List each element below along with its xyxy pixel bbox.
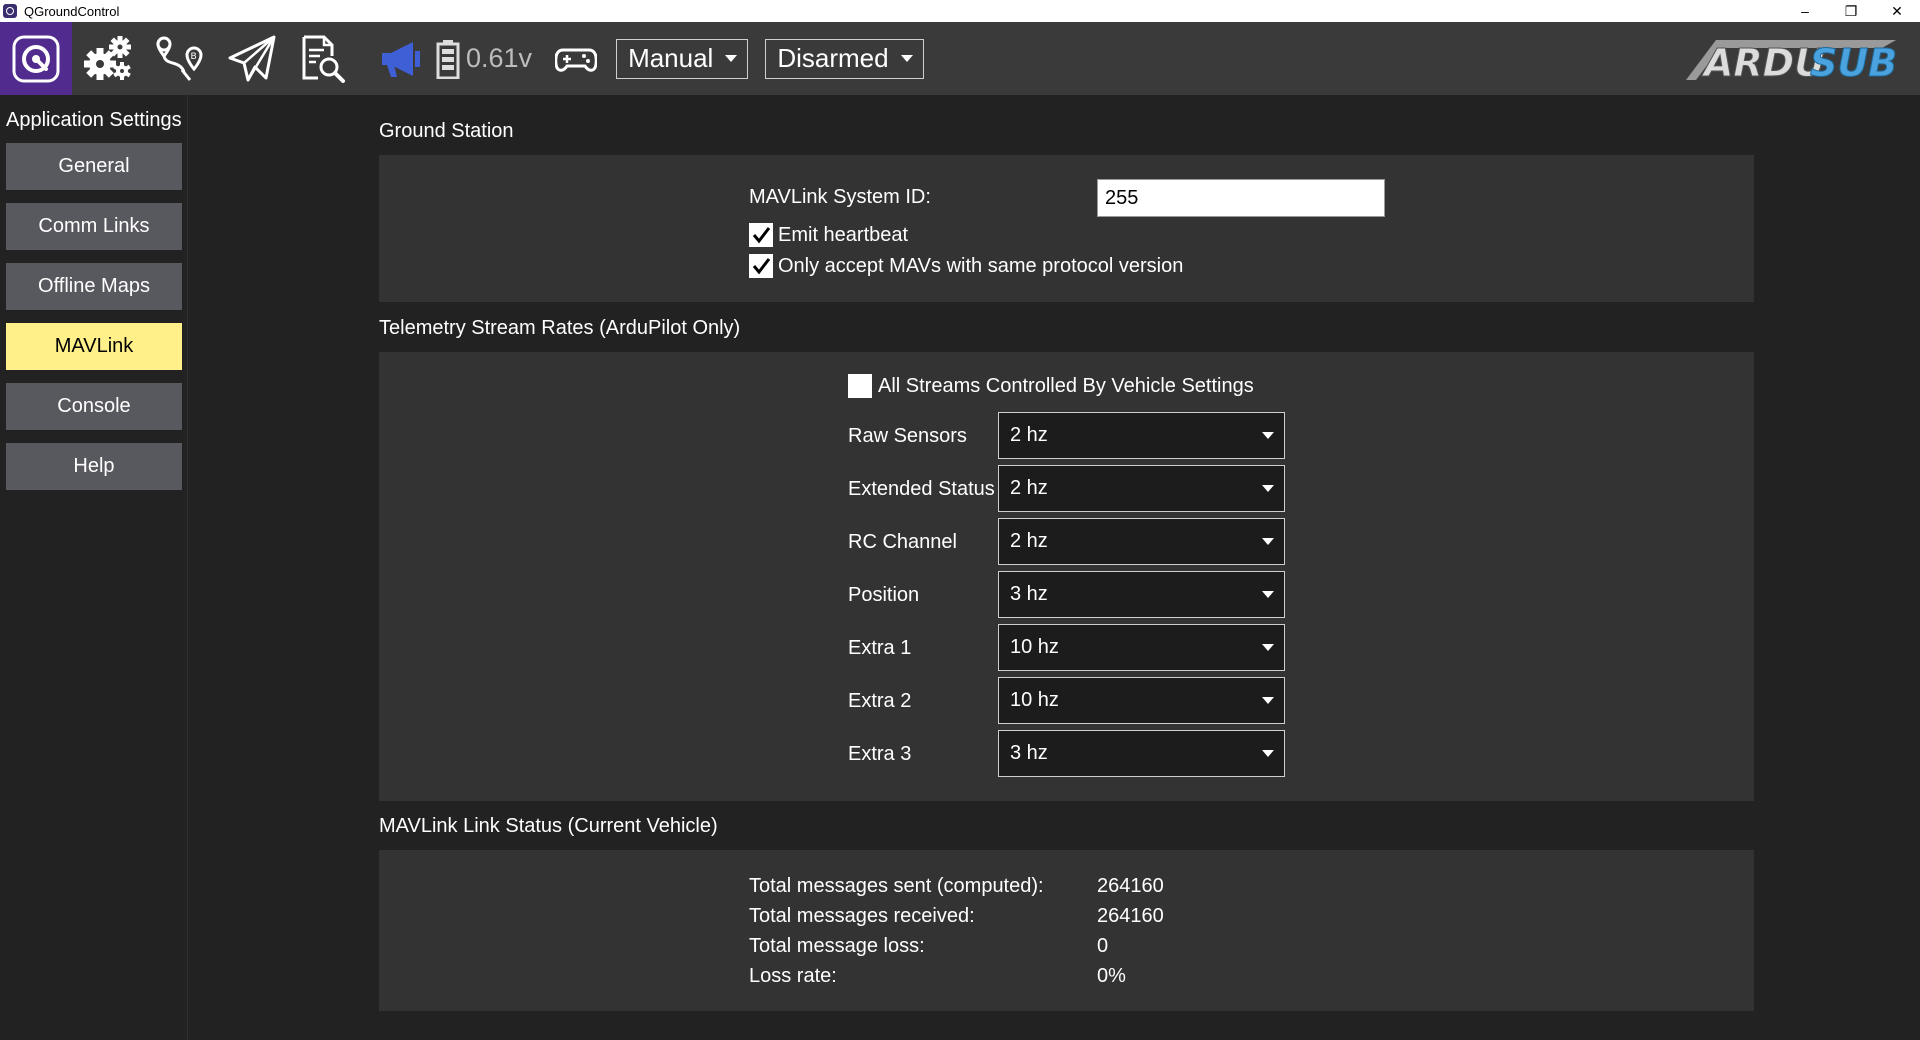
extended-status-label: Extended Status: [848, 478, 995, 500]
ground-station-title: Ground Station: [379, 120, 514, 142]
chevron-down-icon: [1262, 697, 1274, 704]
extra1-label: Extra 1: [848, 637, 912, 659]
raw-sensors-rate-value: 2 hz: [1010, 424, 1048, 446]
messages-received-label: Total messages received:: [749, 905, 975, 927]
chevron-down-icon: [725, 55, 738, 62]
link-status-panel: Total messages sent (computed): 264160 T…: [379, 850, 1754, 1011]
extended-status-rate-select[interactable]: 2 hz: [998, 465, 1285, 512]
window-titlebar: QGroundControl – ❐ ✕: [0, 0, 1920, 22]
telemetry-panel: All Streams Controlled By Vehicle Settin…: [379, 352, 1754, 801]
gear-icon: [84, 35, 131, 80]
raw-sensors-rate-select[interactable]: 2 hz: [998, 412, 1285, 459]
extra1-rate-value: 10 hz: [1010, 636, 1059, 658]
minimize-button[interactable]: –: [1782, 0, 1828, 22]
ground-station-panel: MAVLink System ID: 255 Emit heartbeat On…: [379, 155, 1754, 302]
raw-sensors-label: Raw Sensors: [848, 425, 967, 447]
sidebar-item-help[interactable]: Help: [6, 443, 182, 490]
position-rate-value: 3 hz: [1010, 583, 1048, 605]
sidebar-item-mavlink[interactable]: MAVLink: [6, 323, 182, 370]
rc-channel-rate-value: 2 hz: [1010, 530, 1048, 552]
emit-heartbeat-checkbox[interactable]: [749, 223, 773, 247]
joystick-icon: [555, 48, 598, 72]
extra2-rate-select[interactable]: 10 hz: [998, 677, 1285, 724]
sidebar-item-offline-maps[interactable]: Offline Maps: [6, 263, 182, 310]
rc-channel-rate-select[interactable]: 2 hz: [998, 518, 1285, 565]
qgc-app-icon: [3, 4, 17, 18]
same-protocol-checkbox[interactable]: [749, 254, 773, 278]
extra2-label: Extra 2: [848, 690, 912, 712]
link-status-title: MAVLink Link Status (Current Vehicle): [379, 815, 718, 837]
sidebar-item-comm-links[interactable]: Comm Links: [6, 203, 182, 250]
sidebar-header: Application Settings: [6, 109, 182, 131]
plan-route-icon: B: [156, 36, 203, 81]
position-label: Position: [848, 584, 920, 606]
ardusub-logo: ARDU SUB: [1682, 36, 1902, 89]
message-loss-label: Total message loss:: [749, 935, 925, 957]
qgc-logo-button[interactable]: [0, 22, 72, 95]
fly-button[interactable]: [216, 22, 288, 95]
system-id-label: MAVLink System ID:: [749, 186, 931, 208]
chevron-down-icon: [1262, 485, 1274, 492]
rc-channel-label: RC Channel: [848, 531, 957, 553]
chevron-down-icon: [1262, 591, 1274, 598]
megaphone-icon: [382, 41, 420, 77]
brand-sub: SUB: [1810, 41, 1897, 84]
qgc-logo-icon: [12, 35, 60, 82]
loss-rate-value: 0%: [1097, 965, 1126, 987]
brand-ardu: ARDU: [1701, 41, 1825, 84]
joystick-indicator[interactable]: [546, 22, 606, 95]
battery-icon: [436, 39, 460, 79]
checkmark-icon: [752, 258, 771, 275]
flight-mode-dropdown[interactable]: Manual: [616, 38, 749, 79]
messages-sent-label: Total messages sent (computed):: [749, 875, 1044, 897]
sidebar-item-general[interactable]: General: [6, 143, 182, 190]
chevron-down-icon: [900, 55, 913, 62]
chevron-down-icon: [1262, 750, 1274, 757]
analyze-button[interactable]: [288, 22, 360, 95]
messages-sent-value: 264160: [1097, 875, 1164, 897]
all-streams-checkbox[interactable]: [848, 374, 872, 398]
sidebar-item-console[interactable]: Console: [6, 383, 182, 430]
same-protocol-label: Only accept MAVs with same protocol vers…: [778, 255, 1184, 277]
window-controls: – ❐ ✕: [1782, 0, 1920, 22]
settings-sidebar: Application Settings General Comm Links …: [0, 95, 188, 1040]
chevron-down-icon: [1262, 644, 1274, 651]
chevron-down-icon: [1262, 538, 1274, 545]
system-id-input[interactable]: 255: [1097, 179, 1385, 217]
flight-mode-label: Manual: [628, 43, 714, 73]
arm-state-dropdown[interactable]: Disarmed: [765, 38, 924, 79]
battery-voltage: 0.61v: [466, 43, 533, 73]
extra3-label: Extra 3: [848, 743, 912, 765]
fly-paper-plane-icon: [228, 35, 276, 81]
extra1-rate-select[interactable]: 10 hz: [998, 624, 1285, 671]
loss-rate-label: Loss rate:: [749, 965, 837, 987]
checkmark-icon: [752, 227, 771, 244]
window-title: QGroundControl: [24, 3, 120, 19]
messages-received-value: 264160: [1097, 905, 1164, 927]
settings-button[interactable]: [72, 22, 144, 95]
analyze-document-icon: [302, 35, 345, 83]
arm-state-label: Disarmed: [777, 43, 889, 73]
message-loss-value: 0: [1097, 935, 1109, 957]
all-streams-label: All Streams Controlled By Vehicle Settin…: [878, 375, 1254, 397]
extra3-rate-value: 3 hz: [1010, 742, 1048, 764]
close-button[interactable]: ✕: [1874, 0, 1920, 22]
telemetry-title: Telemetry Stream Rates (ArduPilot Only): [379, 317, 741, 339]
extended-status-rate-value: 2 hz: [1010, 477, 1048, 499]
chevron-down-icon: [1262, 432, 1274, 439]
emit-heartbeat-label: Emit heartbeat: [778, 224, 909, 246]
main-toolbar: B 0.61v Manual Disarmed ARDU SUB: [0, 22, 1920, 95]
messages-button[interactable]: [370, 22, 432, 95]
battery-indicator[interactable]: 0.61v: [436, 22, 532, 95]
plan-button[interactable]: B: [144, 22, 216, 95]
position-rate-select[interactable]: 3 hz: [998, 571, 1285, 618]
restore-button[interactable]: ❐: [1828, 0, 1874, 22]
svg-text:B: B: [191, 52, 197, 62]
extra2-rate-value: 10 hz: [1010, 689, 1059, 711]
extra3-rate-select[interactable]: 3 hz: [998, 730, 1285, 777]
